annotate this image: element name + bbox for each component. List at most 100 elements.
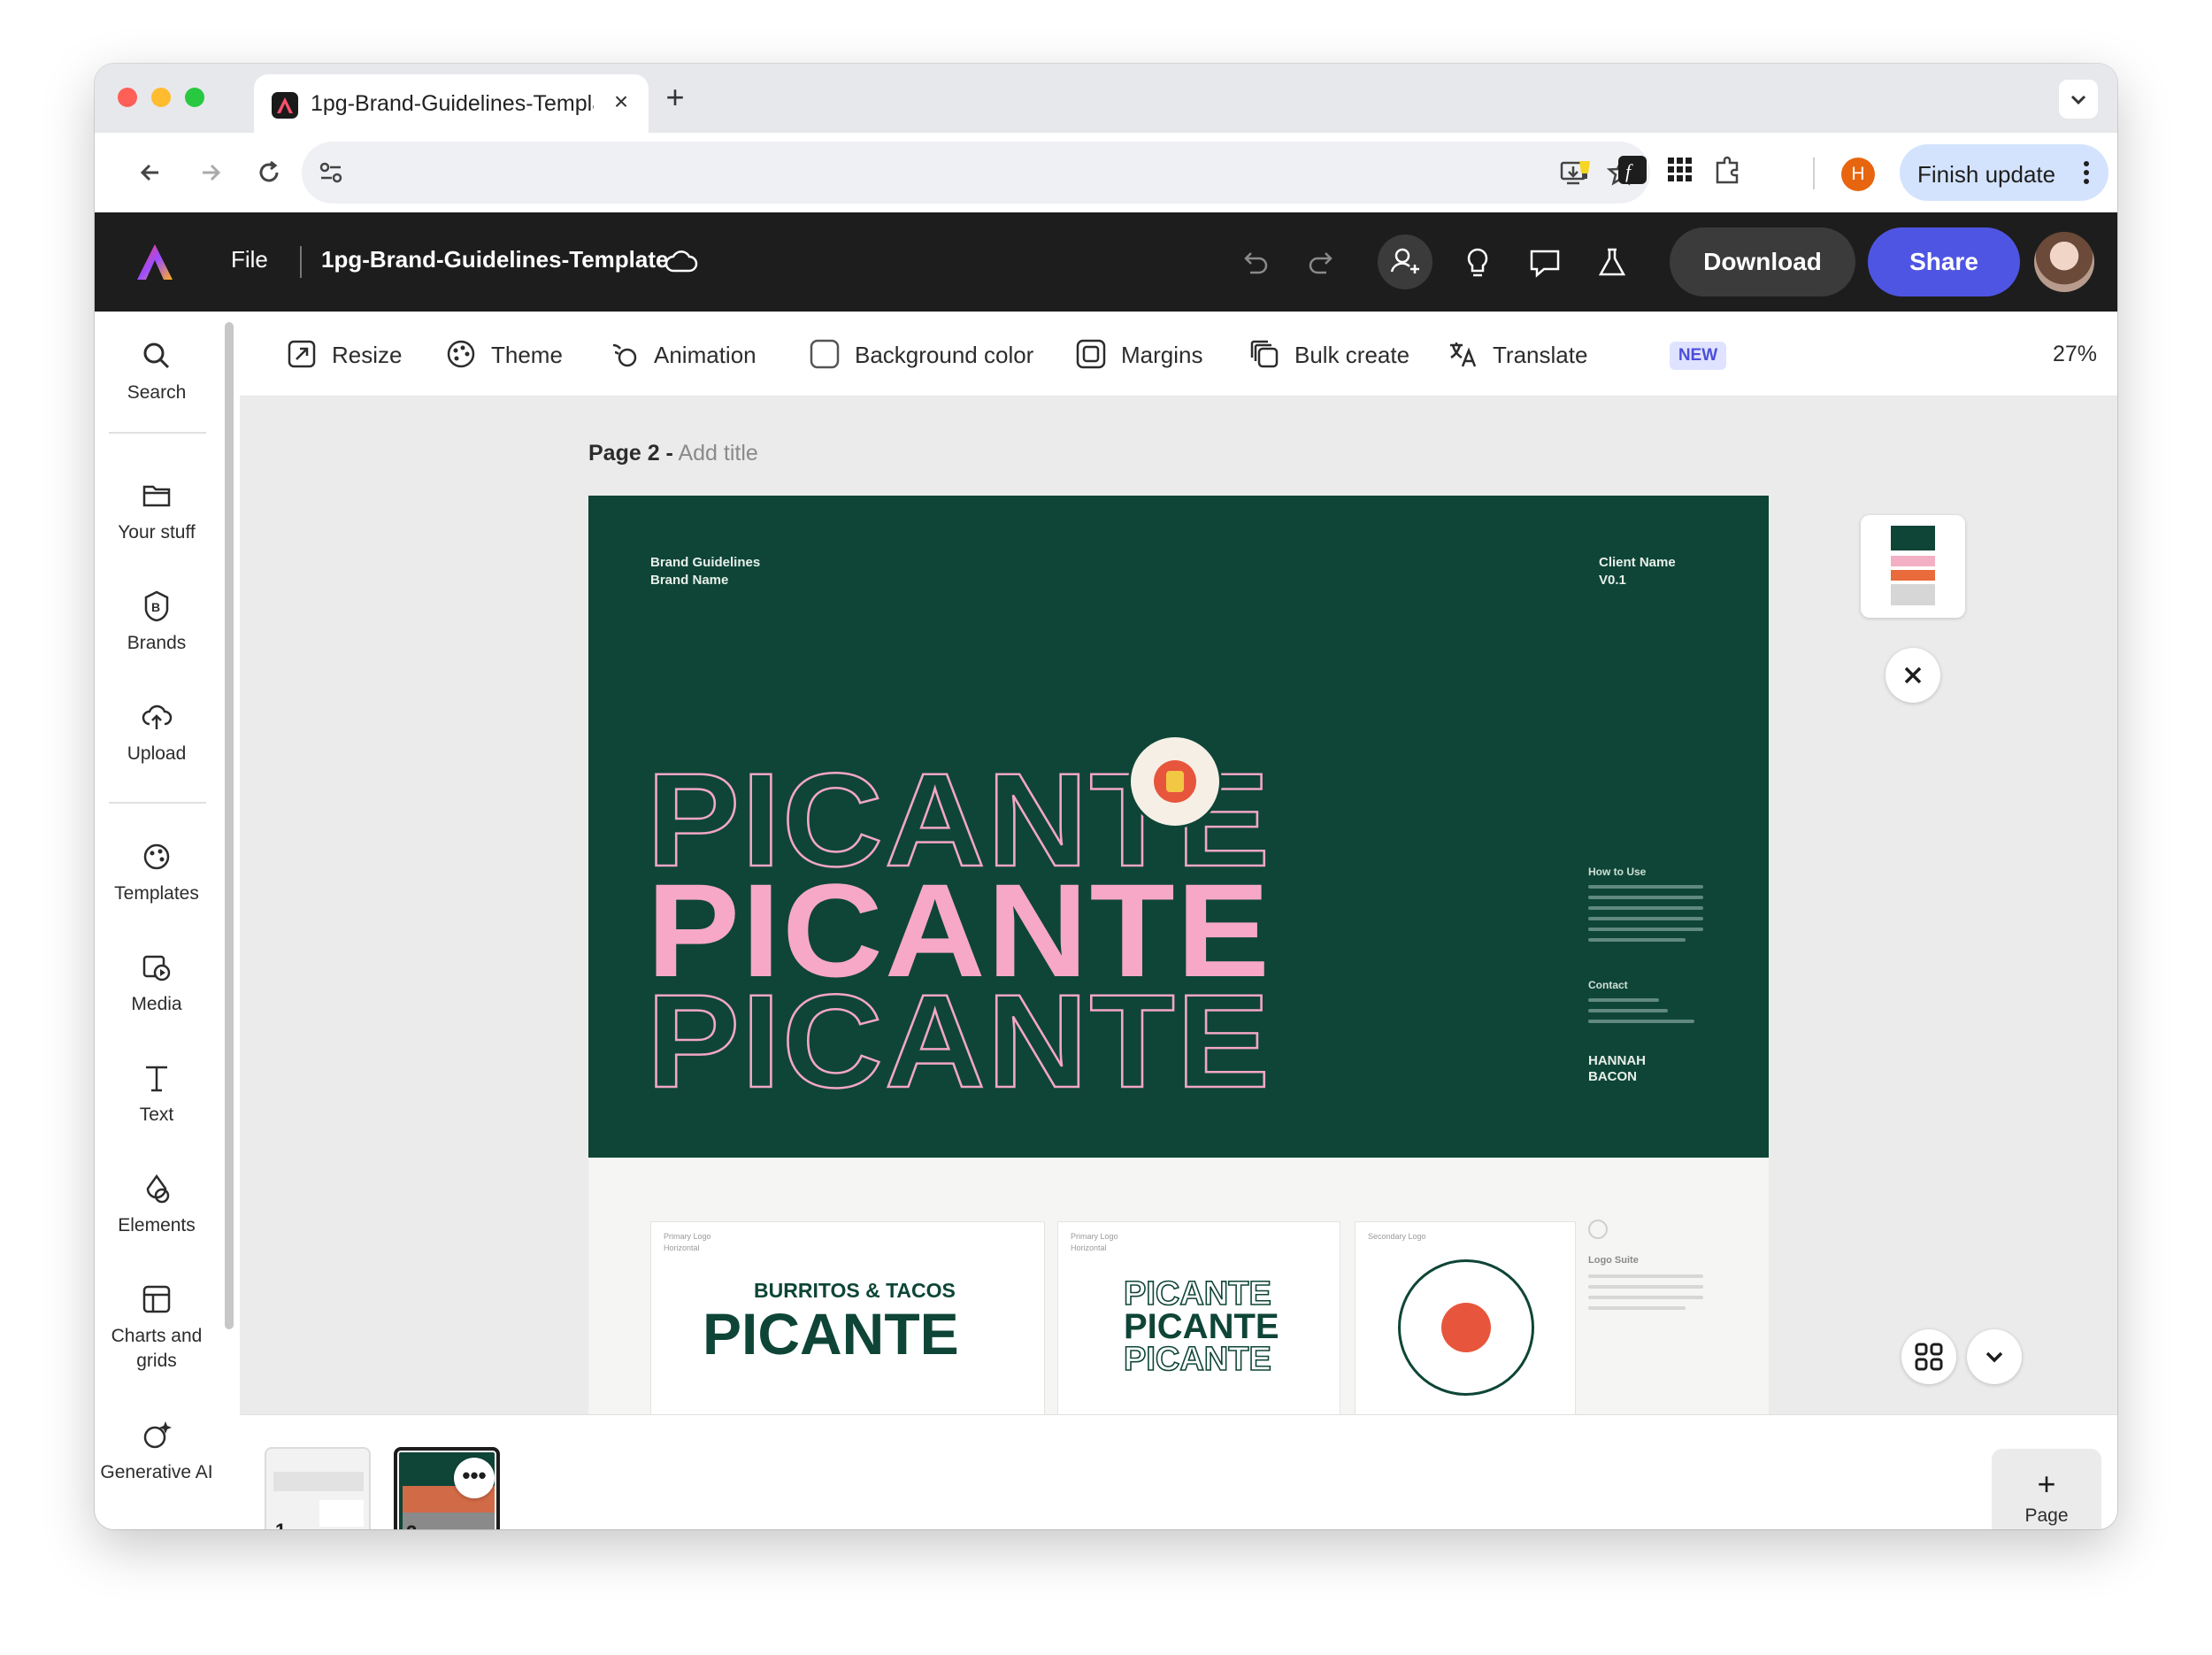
- folder-icon: [142, 485, 171, 507]
- bulk-create-button[interactable]: Bulk create: [1248, 335, 1417, 373]
- add-page-button[interactable]: + Page: [1992, 1449, 2101, 1529]
- user-avatar[interactable]: [2034, 232, 2094, 292]
- sidebar-item-brands[interactable]: B Brands: [95, 589, 219, 656]
- translate-icon: [1450, 343, 1477, 367]
- generative-ai-icon: [143, 1421, 172, 1449]
- sidebar-item-upload[interactable]: Upload: [95, 699, 219, 766]
- author-first-name: HANNAH: [1588, 1053, 1646, 1068]
- download-button[interactable]: Download: [1670, 227, 1855, 296]
- forward-arrow-icon[interactable]: [192, 154, 229, 191]
- close-preview-button[interactable]: [1886, 648, 1940, 703]
- minimize-window-button[interactable]: [151, 88, 171, 107]
- artboard[interactable]: Brand Guidelines Brand Name Client Name …: [588, 496, 1769, 1414]
- more-vertical-icon[interactable]: [2082, 158, 2091, 187]
- invite-collaborator-button[interactable]: [1378, 235, 1432, 289]
- bulk-create-label: Bulk create: [1294, 342, 1410, 368]
- page-more-options-button[interactable]: •••: [454, 1458, 495, 1498]
- templates-icon: [143, 843, 170, 870]
- maximize-window-button[interactable]: [185, 88, 204, 107]
- sidebar-item-charts-and-grids[interactable]: Charts and grids: [95, 1282, 219, 1374]
- lightbulb-icon[interactable]: [1459, 244, 1496, 281]
- margins-label: Margins: [1121, 342, 1203, 368]
- redo-icon[interactable]: [1303, 244, 1340, 281]
- plus-icon: +: [2037, 1466, 2056, 1502]
- sidebar-scrollbar[interactable]: [225, 322, 234, 1329]
- extensions-puzzle-icon[interactable]: [1710, 152, 1746, 188]
- brand-name-text: Brand Name: [650, 573, 729, 588]
- sidebar-item-label: Elements: [118, 1215, 196, 1235]
- sidebar-item-label: Media: [131, 994, 182, 1014]
- add-person-icon: [1390, 248, 1419, 273]
- text-icon: [146, 1066, 167, 1092]
- margins-button[interactable]: Margins: [1075, 335, 1208, 373]
- font-extension-icon[interactable]: f: [1615, 152, 1650, 188]
- toolbar-divider: [1813, 158, 1815, 189]
- finish-update-button[interactable]: Finish update: [1900, 144, 2108, 201]
- primary-logo-card-1[interactable]: Primary Logo Horizontal BURRITOS & TACOS …: [650, 1221, 1045, 1414]
- primary-logo-card-2[interactable]: Primary Logo Horizontal PICANTE PICANTE P…: [1057, 1221, 1340, 1414]
- profile-avatar[interactable]: H: [1841, 158, 1875, 191]
- add-title-link[interactable]: Add title: [678, 441, 757, 466]
- close-tab-icon[interactable]: ×: [606, 87, 636, 117]
- pages-panel: 1 2 ••• + Page: [240, 1414, 2117, 1529]
- secondary-logo-card[interactable]: Secondary Logo: [1355, 1221, 1576, 1414]
- color-swatch-icon: [810, 339, 840, 369]
- page-number: 1: [275, 1520, 286, 1529]
- sidebar-item-your-stuff[interactable]: Your stuff: [95, 478, 219, 545]
- tab-search-button[interactable]: [2059, 80, 2098, 119]
- add-circle-icon[interactable]: [1588, 1220, 1608, 1239]
- sidebar-item-label: Generative AI: [100, 1462, 213, 1482]
- address-bar[interactable]: [302, 142, 1650, 204]
- cloud-sync-icon[interactable]: [663, 244, 700, 281]
- sidebar-item-templates[interactable]: Templates: [95, 839, 219, 906]
- sidebar-item-generative-ai[interactable]: Generative AI: [95, 1418, 219, 1485]
- resize-button[interactable]: Resize: [286, 335, 410, 373]
- back-arrow-icon[interactable]: [132, 154, 169, 191]
- browser-tab-strip: 1pg-Brand-Guidelines-Templa × +: [95, 64, 2117, 133]
- charts-grids-icon: [142, 1285, 171, 1313]
- translate-button[interactable]: Translate: [1447, 335, 1588, 373]
- page-thumbnail-2[interactable]: 2 •••: [394, 1447, 500, 1529]
- translate-label: Translate: [1493, 342, 1588, 368]
- site-settings-icon[interactable]: [316, 158, 346, 188]
- logo-suite-text-line: [1588, 1306, 1686, 1310]
- browser-toolbar: f H Finish update: [95, 133, 2117, 212]
- page-title: Page 2 - Add title: [588, 441, 758, 466]
- share-button[interactable]: Share: [1868, 227, 2020, 296]
- sidebar-item-text[interactable]: Text: [95, 1060, 219, 1128]
- burritos-tacos-text: BURRITOS & TACOS: [754, 1279, 956, 1302]
- how-to-use-text-line: [1588, 885, 1703, 889]
- zoom-level[interactable]: 27%: [2053, 342, 2097, 367]
- reload-icon[interactable]: [250, 154, 288, 191]
- zoom-chevron-down-icon[interactable]: [2112, 345, 2117, 370]
- apps-grid-icon[interactable]: [1663, 152, 1698, 188]
- page-preview-thumbnail[interactable]: [1861, 515, 1965, 618]
- browser-tab-active[interactable]: 1pg-Brand-Guidelines-Templa ×: [254, 74, 649, 133]
- labs-flask-icon[interactable]: [1594, 244, 1631, 281]
- comment-icon[interactable]: [1526, 244, 1563, 281]
- resize-label: Resize: [332, 342, 403, 368]
- file-menu[interactable]: File: [231, 246, 268, 273]
- sidebar-item-elements[interactable]: Elements: [95, 1171, 219, 1238]
- animation-label: Animation: [654, 342, 757, 368]
- card-caption: Primary Logo Horizontal: [1071, 1231, 1118, 1254]
- page-thumbnail-1[interactable]: 1: [265, 1447, 371, 1529]
- undo-icon[interactable]: [1236, 244, 1273, 281]
- background-color-button[interactable]: Background color: [809, 335, 1039, 373]
- theme-button[interactable]: Theme: [445, 335, 569, 373]
- new-tab-icon[interactable]: +: [657, 80, 693, 115]
- hero-section[interactable]: Brand Guidelines Brand Name Client Name …: [588, 496, 1769, 1158]
- collapse-pages-button[interactable]: [1967, 1329, 2022, 1384]
- preview-row: [1891, 584, 1935, 605]
- animation-button[interactable]: Animation: [608, 335, 767, 373]
- grid-view-button[interactable]: [1901, 1329, 1956, 1384]
- adobe-express-logo-icon[interactable]: [134, 241, 176, 283]
- sidebar-item-search[interactable]: Search: [95, 338, 219, 405]
- seal-emblem: [1441, 1303, 1491, 1352]
- close-window-button[interactable]: [118, 88, 137, 107]
- sidebar-item-media[interactable]: Media: [95, 950, 219, 1017]
- highlighter-extension-icon[interactable]: [1567, 152, 1602, 188]
- margins-icon: [1076, 339, 1106, 369]
- preview-row: [1891, 570, 1935, 581]
- document-title[interactable]: 1pg-Brand-Guidelines-Template: [321, 246, 668, 273]
